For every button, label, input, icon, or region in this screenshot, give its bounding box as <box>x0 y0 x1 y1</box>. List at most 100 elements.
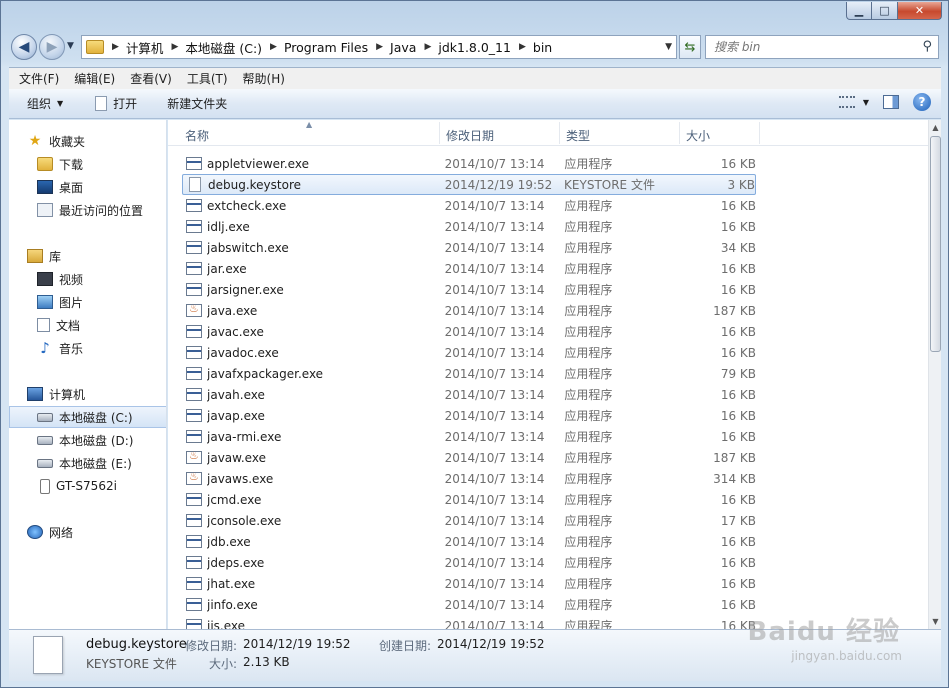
organize-button[interactable]: 组织 ▼ <box>27 95 63 112</box>
table-row[interactable]: jarsigner.exe 2014/10/7 13:14 应用程序 16 KB <box>182 279 756 300</box>
sidebar-item-label: 本地磁盘 (D:) <box>59 433 134 448</box>
table-row[interactable]: jinfo.exe 2014/10/7 13:14 应用程序 16 KB <box>182 594 756 615</box>
library-icon <box>27 249 43 263</box>
refresh-button[interactable]: ⇆ <box>679 35 701 59</box>
file-name-cell: java.exe <box>207 303 258 318</box>
scroll-up-icon[interactable]: ▲ <box>929 120 942 135</box>
column-divider[interactable] <box>559 122 560 144</box>
sidebar-item-recent[interactable]: 最近访问的位置 <box>9 199 166 221</box>
sidebar-item-pictures[interactable]: 图片 <box>9 291 166 313</box>
table-row[interactable]: jdeps.exe 2014/10/7 13:14 应用程序 16 KB <box>182 552 756 573</box>
column-date[interactable]: 修改日期 <box>446 127 494 144</box>
application-icon <box>186 325 202 338</box>
breadcrumb-item[interactable]: 计算机 <box>126 38 164 57</box>
sidebar-item-downloads[interactable]: 下载 <box>9 153 166 175</box>
breadcrumb-separator-icon[interactable]: ▶ <box>519 42 526 52</box>
breadcrumb-separator-icon[interactable]: ▶ <box>376 42 383 52</box>
breadcrumb-item[interactable]: bin <box>533 40 552 55</box>
column-name[interactable]: 名称 <box>185 127 209 144</box>
vertical-scrollbar[interactable]: ▲ ▼ <box>928 120 941 629</box>
sidebar-item-drive-e[interactable]: 本地磁盘 (E:) <box>9 452 166 474</box>
table-row[interactable]: jhat.exe 2014/10/7 13:14 应用程序 16 KB <box>182 573 756 594</box>
sidebar-item-computer[interactable]: 计算机 <box>9 383 166 405</box>
table-row[interactable]: extcheck.exe 2014/10/7 13:14 应用程序 16 KB <box>182 195 756 216</box>
sidebar-item-videos[interactable]: 视频 <box>9 268 166 290</box>
table-row[interactable]: jabswitch.exe 2014/10/7 13:14 应用程序 34 KB <box>182 237 756 258</box>
sidebar-item-network[interactable]: 网络 <box>9 521 166 543</box>
file-name-cell: javah.exe <box>207 387 265 402</box>
breadcrumb-item[interactable]: 本地磁盘 (C:) <box>185 38 262 57</box>
document-icon <box>189 177 201 192</box>
table-row[interactable]: java-rmi.exe 2014/10/7 13:14 应用程序 16 KB <box>182 426 756 447</box>
file-name-cell: javaws.exe <box>207 471 274 486</box>
sidebar-item-favorites[interactable]: ★ 收藏夹 <box>9 130 166 152</box>
menu-edit[interactable]: 编辑(E) <box>64 70 120 87</box>
table-row[interactable]: javaw.exe 2014/10/7 13:14 应用程序 187 KB <box>182 447 756 468</box>
forward-button[interactable]: ▶ <box>39 34 65 60</box>
menu-file[interactable]: 文件(F) <box>9 70 64 87</box>
table-row[interactable]: jjs.exe 2014/10/7 13:14 应用程序 16 KB <box>182 615 756 629</box>
address-bar[interactable]: ▶ 计算机 ▶ 本地磁盘 (C:) ▶ Program Files ▶ Java ▶ jdk1.8… <box>81 35 677 59</box>
menu-tools[interactable]: 工具(T) <box>177 70 233 87</box>
table-row[interactable]: debug.keystore 2014/12/19 19:52 KEYSTORE 文… <box>182 174 756 195</box>
column-divider[interactable] <box>759 122 760 144</box>
scroll-thumb[interactable] <box>930 136 941 352</box>
search-box[interactable]: ⚲ <box>705 35 939 59</box>
sidebar-item-libraries[interactable]: 库 <box>9 245 166 267</box>
column-divider[interactable] <box>439 122 440 144</box>
minimize-button[interactable]: ▁ <box>846 2 872 20</box>
table-row[interactable]: javah.exe 2014/10/7 13:14 应用程序 16 KB <box>182 384 756 405</box>
change-view-button[interactable]: ▼ <box>838 96 869 108</box>
file-size-cell: 16 KB <box>720 492 756 507</box>
file-name-cell: javap.exe <box>207 408 265 423</box>
maximize-button[interactable]: □ <box>872 2 898 20</box>
sidebar-item-documents[interactable]: 文档 <box>9 314 166 336</box>
sidebar-item-drive-d[interactable]: 本地磁盘 (D:) <box>9 429 166 451</box>
breadcrumb-item[interactable]: Java <box>390 40 416 55</box>
column-size[interactable]: 大小 <box>686 127 710 144</box>
address-dropdown-icon[interactable]: ▼ <box>665 42 672 52</box>
recent-pages-dropdown[interactable]: ▼ <box>67 41 74 51</box>
breadcrumb-separator-icon[interactable]: ▶ <box>171 42 178 52</box>
file-date-cell: 2014/10/7 13:14 <box>444 534 545 549</box>
file-name-cell: jinfo.exe <box>207 597 258 612</box>
table-row[interactable]: javap.exe 2014/10/7 13:14 应用程序 16 KB <box>182 405 756 426</box>
search-input[interactable] <box>714 40 904 54</box>
table-row[interactable]: idlj.exe 2014/10/7 13:14 应用程序 16 KB <box>182 216 756 237</box>
table-row[interactable]: jcmd.exe 2014/10/7 13:14 应用程序 16 KB <box>182 489 756 510</box>
sidebar-item-phone[interactable]: GT-S7562i <box>9 475 166 497</box>
menu-help[interactable]: 帮助(H) <box>233 70 290 87</box>
details-created-label: 创建日期: <box>379 639 432 653</box>
back-button[interactable]: ◀ <box>11 34 37 60</box>
breadcrumb-item[interactable]: jdk1.8.0_11 <box>438 40 511 55</box>
column-divider[interactable] <box>679 122 680 144</box>
sidebar-item-music[interactable]: ♪ 音乐 <box>9 337 166 359</box>
table-row[interactable]: appletviewer.exe 2014/10/7 13:14 应用程序 16 KB <box>182 153 756 174</box>
table-row[interactable]: jar.exe 2014/10/7 13:14 应用程序 16 KB <box>182 258 756 279</box>
file-name-cell: jhat.exe <box>207 576 256 591</box>
table-row[interactable]: javaws.exe 2014/10/7 13:14 应用程序 314 KB <box>182 468 756 489</box>
breadcrumb-separator-icon[interactable]: ▶ <box>424 42 431 52</box>
table-row[interactable]: jconsole.exe 2014/10/7 13:14 应用程序 17 KB <box>182 510 756 531</box>
preview-pane-icon[interactable] <box>883 95 899 109</box>
new-folder-button[interactable]: 新建文件夹 <box>167 95 227 112</box>
table-row[interactable]: javac.exe 2014/10/7 13:14 应用程序 16 KB <box>182 321 756 342</box>
table-row[interactable]: jdb.exe 2014/10/7 13:14 应用程序 16 KB <box>182 531 756 552</box>
close-button[interactable]: ✕ <box>898 2 942 20</box>
file-date-cell: 2014/10/7 13:14 <box>444 471 545 486</box>
table-row[interactable]: javadoc.exe 2014/10/7 13:14 应用程序 16 KB <box>182 342 756 363</box>
table-row[interactable]: javafxpackager.exe 2014/10/7 13:14 应用程序 79 … <box>182 363 756 384</box>
breadcrumb-separator-icon[interactable]: ▶ <box>112 42 119 52</box>
scroll-down-icon[interactable]: ▼ <box>929 614 942 629</box>
file-size-cell: 16 KB <box>720 618 756 630</box>
arrow-right-icon: ▶ <box>46 39 58 55</box>
menu-view[interactable]: 查看(V) <box>120 70 177 87</box>
help-icon[interactable]: ? <box>913 93 931 111</box>
sidebar-item-desktop[interactable]: 桌面 <box>9 176 166 198</box>
sidebar-item-drive-c[interactable]: 本地磁盘 (C:) <box>9 406 166 428</box>
open-button[interactable]: 打开 <box>95 95 137 112</box>
column-type[interactable]: 类型 <box>566 127 590 144</box>
table-row[interactable]: java.exe 2014/10/7 13:14 应用程序 187 KB <box>182 300 756 321</box>
breadcrumb-item[interactable]: Program Files <box>284 40 368 55</box>
breadcrumb-separator-icon[interactable]: ▶ <box>270 42 277 52</box>
